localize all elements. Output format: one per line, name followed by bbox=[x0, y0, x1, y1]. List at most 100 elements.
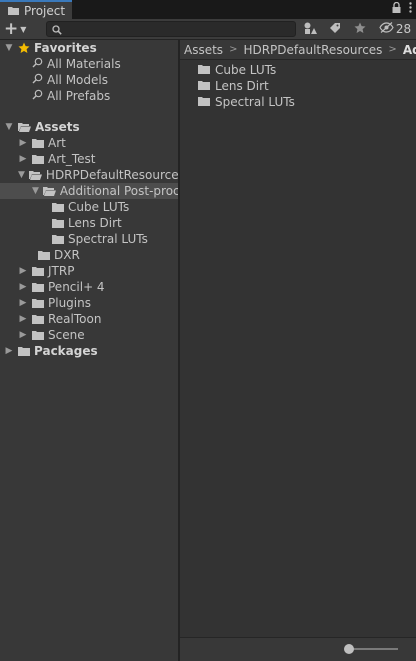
tree-item-label: DXR bbox=[54, 248, 80, 262]
tree-item-cube-luts[interactable]: Cube LUTs bbox=[48, 199, 129, 215]
breadcrumb-item-hdrp[interactable]: HDRPDefaultResources bbox=[243, 43, 382, 57]
tree-item-label: Lens Dirt bbox=[68, 216, 122, 230]
hidden-packages-count: 28 bbox=[395, 22, 412, 36]
tree-item-favorites[interactable]: ▼ Favorites bbox=[4, 40, 97, 56]
breadcrumb-item-current[interactable]: Additional Post-processing Data bbox=[403, 43, 416, 57]
tree-item-jtrp[interactable]: ▶ JTRP bbox=[18, 263, 75, 279]
tree-item-pencil-plus-4[interactable]: ▶ Pencil+ 4 bbox=[18, 279, 105, 295]
tree-item-lens-dirt[interactable]: Lens Dirt bbox=[48, 215, 122, 231]
asset-item-cube-luts[interactable]: Cube LUTs bbox=[198, 62, 276, 78]
tree-item-art[interactable]: ▶ Art bbox=[18, 135, 66, 151]
plus-icon: + bbox=[4, 19, 19, 39]
collapse-arrow-icon[interactable]: ▶ bbox=[18, 330, 28, 340]
expand-arrow-icon[interactable]: ▼ bbox=[4, 43, 14, 53]
folder-icon bbox=[198, 95, 210, 109]
asset-item-lens-dirt[interactable]: Lens Dirt bbox=[198, 78, 269, 94]
folder-icon bbox=[52, 218, 64, 228]
tree-item-additional-post-processing[interactable]: ▼ Additional Post-processing Data bbox=[32, 183, 178, 199]
tree-item-spectral-luts[interactable]: Spectral LUTs bbox=[48, 231, 148, 247]
chevron-right-icon: > bbox=[229, 44, 238, 55]
expand-arrow-icon[interactable]: ▼ bbox=[18, 170, 25, 180]
chevron-right-icon: > bbox=[388, 44, 397, 55]
tree-item-label: Packages bbox=[34, 344, 98, 358]
collapse-arrow-icon[interactable]: ▶ bbox=[18, 282, 28, 292]
tree-item-assets[interactable]: ▼ Assets bbox=[4, 119, 80, 135]
tree-item-dxr[interactable]: DXR bbox=[34, 247, 80, 263]
tree-item-label: All Materials bbox=[47, 57, 121, 71]
tree-item-realtoon[interactable]: ▶ RealToon bbox=[18, 311, 102, 327]
folder-icon bbox=[18, 346, 30, 356]
folder-icon bbox=[32, 138, 44, 148]
search-by-type-button[interactable] bbox=[300, 21, 320, 37]
tab-title: Project bbox=[24, 3, 66, 18]
tree-item-label: Cube LUTs bbox=[68, 200, 130, 214]
search-by-label-button[interactable] bbox=[325, 21, 345, 37]
tab-icons bbox=[392, 1, 412, 16]
search-icon bbox=[32, 73, 43, 87]
favorite-item-all-materials[interactable]: All Materials bbox=[32, 56, 121, 72]
tree-item-label: Plugins bbox=[48, 296, 91, 310]
search-icon bbox=[52, 24, 62, 38]
kebab-menu-icon[interactable] bbox=[409, 2, 412, 16]
type-filter-icon bbox=[304, 22, 317, 37]
star-icon bbox=[354, 22, 366, 37]
chevron-down-icon: ▼ bbox=[20, 24, 27, 34]
tree-item-hdrp-default-resources[interactable]: ▼ HDRPDefaultResources bbox=[18, 167, 178, 183]
tab-project[interactable]: Project bbox=[0, 0, 72, 19]
tree-item-art-test[interactable]: ▶ Art_Test bbox=[18, 151, 96, 167]
folder-icon bbox=[32, 330, 44, 340]
folder-icon bbox=[198, 63, 210, 77]
asset-item-spectral-luts[interactable]: Spectral LUTs bbox=[198, 94, 295, 110]
tree-item-label: Spectral LUTs bbox=[68, 232, 148, 246]
folder-open-icon bbox=[18, 122, 31, 132]
asset-item-label: Spectral LUTs bbox=[215, 95, 295, 109]
collapse-arrow-icon[interactable]: ▶ bbox=[4, 346, 14, 356]
folder-icon bbox=[198, 79, 210, 93]
folder-open-icon bbox=[28, 170, 42, 180]
collapse-arrow-icon[interactable]: ▶ bbox=[18, 154, 28, 164]
tree-item-label: RealToon bbox=[48, 312, 102, 326]
tree-item-plugins[interactable]: ▶ Plugins bbox=[18, 295, 91, 311]
folder-open-icon bbox=[42, 186, 56, 196]
folder-icon bbox=[32, 314, 44, 324]
folder-icon bbox=[8, 4, 19, 18]
folder-icon bbox=[32, 154, 44, 164]
breadcrumb: Assets > HDRPDefaultResources > Addition… bbox=[180, 40, 416, 60]
collapse-arrow-icon[interactable]: ▶ bbox=[18, 314, 28, 324]
search-field[interactable] bbox=[46, 21, 296, 37]
expand-arrow-icon[interactable]: ▼ bbox=[4, 122, 14, 132]
tree-item-label: Art_Test bbox=[48, 152, 96, 166]
expand-arrow-icon[interactable]: ▼ bbox=[32, 186, 39, 196]
collapse-arrow-icon[interactable]: ▶ bbox=[18, 138, 28, 148]
tree-item-scene[interactable]: ▶ Scene bbox=[18, 327, 85, 343]
create-button[interactable]: + ▼ bbox=[4, 19, 34, 39]
breadcrumb-item-assets[interactable]: Assets bbox=[184, 43, 223, 57]
tree-item-label: Favorites bbox=[34, 41, 97, 55]
tree-item-label: HDRPDefaultResources bbox=[45, 168, 178, 182]
folder-icon bbox=[38, 250, 50, 260]
zoom-slider-thumb[interactable] bbox=[344, 644, 354, 654]
folder-icon bbox=[52, 234, 64, 244]
search-icon bbox=[32, 89, 43, 103]
favorite-item-all-prefabs[interactable]: All Prefabs bbox=[32, 88, 110, 104]
asset-item-label: Cube LUTs bbox=[215, 63, 277, 77]
collapse-arrow-icon[interactable]: ▶ bbox=[18, 298, 28, 308]
tree-item-label: Art bbox=[48, 136, 66, 150]
folder-icon bbox=[32, 282, 44, 292]
save-search-button[interactable] bbox=[350, 21, 370, 37]
favorite-item-all-models[interactable]: All Models bbox=[32, 72, 108, 88]
tree-item-packages[interactable]: ▶ Packages bbox=[4, 343, 98, 359]
lock-icon[interactable] bbox=[392, 1, 401, 16]
hidden-packages-toggle[interactable]: 28 bbox=[376, 21, 414, 37]
tree-item-label: All Models bbox=[47, 73, 108, 87]
asset-item-label: Lens Dirt bbox=[215, 79, 269, 93]
label-tag-icon bbox=[329, 22, 341, 37]
star-icon bbox=[18, 42, 30, 54]
eye-slash-icon bbox=[379, 22, 394, 36]
folder-contents-panel bbox=[180, 40, 416, 661]
collapse-arrow-icon[interactable]: ▶ bbox=[18, 266, 28, 276]
search-input[interactable] bbox=[67, 22, 287, 36]
tree-item-label: Scene bbox=[48, 328, 85, 342]
folder-icon bbox=[32, 266, 44, 276]
folder-icon bbox=[52, 202, 64, 212]
